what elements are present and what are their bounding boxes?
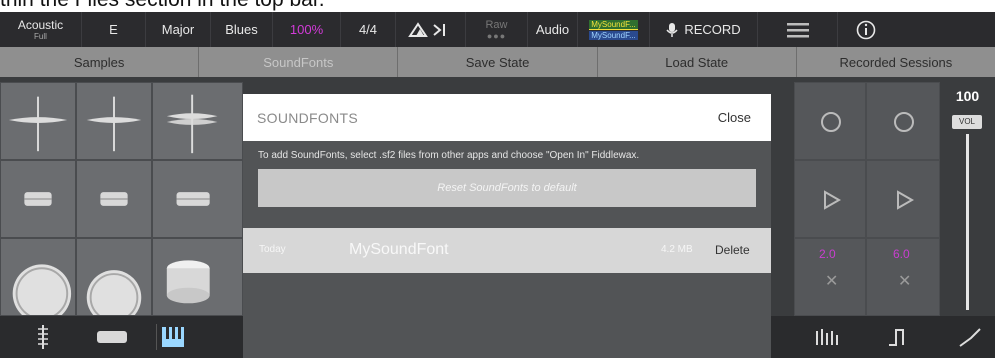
- pad-value-b: 6.0: [893, 247, 910, 261]
- pad-hihat[interactable]: [152, 82, 243, 160]
- metronome-skip-button[interactable]: [396, 12, 466, 47]
- step-icon[interactable]: [884, 324, 914, 350]
- modal-title: SOUNDFONTS: [257, 110, 358, 126]
- pad-ctrl-circle-2[interactable]: [866, 82, 940, 160]
- circle-icon: [894, 112, 914, 132]
- curve-icon[interactable]: [955, 324, 985, 350]
- pad-value-a: 2.0: [819, 247, 836, 261]
- cymbal-icon: [8, 96, 68, 152]
- pad-snare-3[interactable]: [152, 160, 243, 238]
- sequencer-icon[interactable]: [812, 324, 842, 350]
- tab-load-state[interactable]: Load State: [598, 47, 797, 77]
- kick-drum-icon: [12, 264, 72, 315]
- sound-slot-2: MySoundF...: [589, 30, 638, 40]
- snare-icon: [100, 192, 128, 206]
- pad-tom[interactable]: [152, 238, 243, 316]
- raw-label: Raw: [485, 18, 508, 31]
- pad-ctrl-value-1[interactable]: 2.0 ✕: [794, 238, 866, 316]
- soundfont-slots[interactable]: MySoundF... MySoundF...: [578, 12, 650, 47]
- pad-ctrl-play-1[interactable]: [794, 160, 866, 238]
- cymbal-icon: [86, 96, 142, 152]
- scale-selector[interactable]: Major: [146, 12, 211, 47]
- item-size: 4.2 MB: [661, 244, 693, 255]
- info-icon: [856, 20, 875, 39]
- raw-dots-icon: ●●●: [486, 30, 507, 41]
- pad-cymbal-2[interactable]: [76, 82, 152, 160]
- volume-control[interactable]: 100 VOL: [940, 82, 995, 316]
- pad-snare-2[interactable]: [76, 160, 152, 238]
- caption-text: thin the Files section in the top bar.: [0, 0, 325, 12]
- remove-icon[interactable]: ✕: [898, 271, 911, 291]
- guitar-icon[interactable]: [30, 324, 56, 350]
- key-selector[interactable]: E: [82, 12, 146, 47]
- drum-kit-selector[interactable]: Acoustic Full: [0, 12, 82, 47]
- circle-icon: [821, 112, 841, 132]
- section-tabs: Samples SoundFonts Save State Load State…: [0, 47, 995, 77]
- hihat-icon: [166, 94, 218, 154]
- info-button[interactable]: [838, 12, 893, 47]
- play-icon: [897, 190, 915, 210]
- snare-icon: [176, 192, 210, 206]
- microphone-icon: [666, 22, 678, 37]
- delete-button[interactable]: Delete: [715, 243, 750, 257]
- keyboard-icon[interactable]: [156, 324, 189, 350]
- tab-soundfonts[interactable]: SoundFonts: [199, 47, 399, 77]
- kit-label: Acoustic: [17, 18, 64, 32]
- kit-sub-label: Full: [34, 32, 47, 41]
- item-name: MySoundFont: [349, 241, 449, 258]
- reset-soundfonts-button[interactable]: Reset SoundFonts to default: [258, 169, 756, 207]
- menu-button[interactable]: [758, 12, 838, 47]
- volume-value: 100: [955, 88, 980, 104]
- modal-message: To add SoundFonts, select .sf2 files fro…: [258, 150, 640, 161]
- snare-icon: [24, 192, 52, 206]
- pad-ctrl-circle-1[interactable]: [794, 82, 866, 160]
- pad-view-icon[interactable]: [94, 324, 130, 350]
- kick-drum-icon: [86, 270, 142, 315]
- close-button[interactable]: Close: [718, 110, 751, 125]
- tempo-percent[interactable]: 100%: [273, 12, 341, 47]
- tab-save-state[interactable]: Save State: [398, 47, 598, 77]
- sound-slot-1: MySoundF...: [589, 19, 638, 30]
- pad-ctrl-value-2[interactable]: 6.0 ✕: [866, 238, 940, 316]
- pad-snare-1[interactable]: [0, 160, 76, 238]
- soundfont-list-item[interactable]: Today MySoundFont 4.2 MB Delete: [243, 228, 771, 273]
- soundfonts-modal: SOUNDFONTS Close To add SoundFonts, sele…: [243, 94, 771, 358]
- app-window: Acoustic Full E Major Blues 100% 4/4 Raw…: [0, 12, 995, 358]
- item-date: Today: [259, 244, 286, 255]
- volume-slider[interactable]: [966, 134, 969, 310]
- pad-ctrl-play-2[interactable]: [866, 160, 940, 238]
- tab-samples[interactable]: Samples: [0, 47, 200, 77]
- pad-kick-1[interactable]: [0, 238, 76, 316]
- play-icon: [824, 190, 842, 210]
- pad-cymbal-1[interactable]: [0, 82, 76, 160]
- hamburger-icon: [786, 22, 809, 37]
- remove-icon[interactable]: ✕: [825, 271, 838, 291]
- modal-header: SOUNDFONTS Close: [243, 94, 771, 141]
- tom-drum-icon: [166, 260, 210, 304]
- top-bar: Acoustic Full E Major Blues 100% 4/4 Raw…: [0, 12, 995, 47]
- metronome-icon: [407, 21, 445, 37]
- mode-selector[interactable]: Blues: [211, 12, 273, 47]
- raw-toggle[interactable]: Raw ●●●: [466, 12, 528, 47]
- record-label: RECORD: [684, 22, 741, 37]
- audio-button[interactable]: Audio: [528, 12, 578, 47]
- volume-label[interactable]: VOL: [952, 115, 982, 129]
- time-signature[interactable]: 4/4: [341, 12, 396, 47]
- tab-recorded-sessions[interactable]: Recorded Sessions: [797, 47, 995, 77]
- pad-kick-2[interactable]: [76, 238, 152, 316]
- record-button[interactable]: RECORD: [650, 12, 758, 47]
